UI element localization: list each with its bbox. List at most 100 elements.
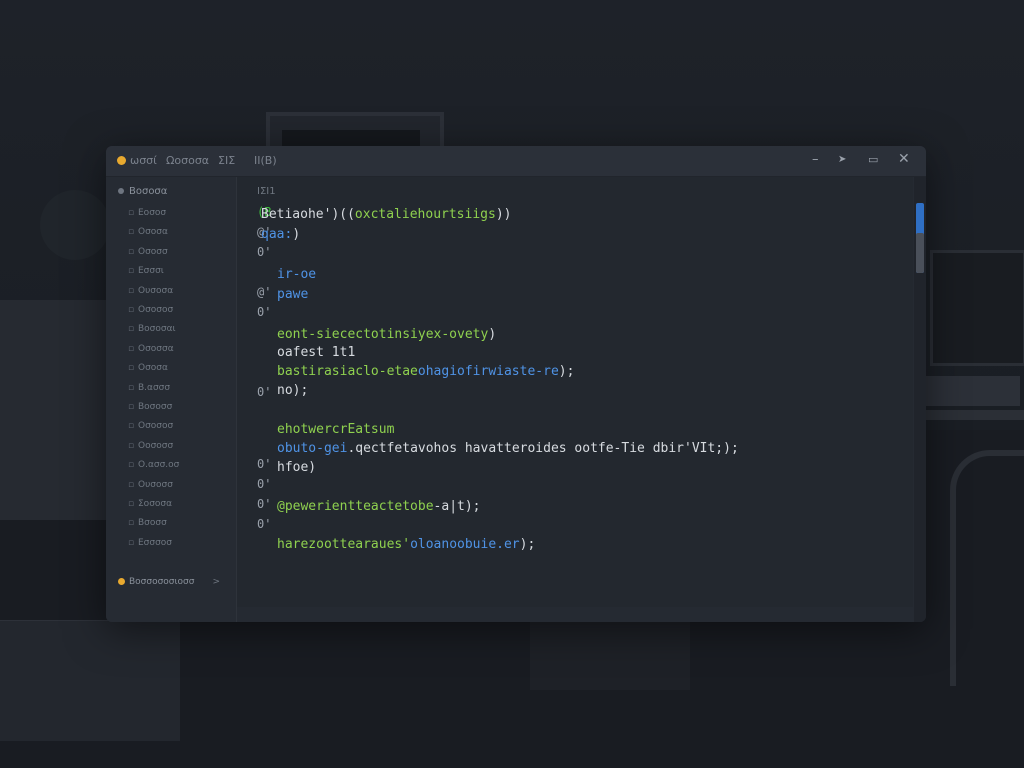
file-icon: ▫ xyxy=(128,363,135,374)
maximize-icon[interactable]: ▭ xyxy=(868,153,878,166)
code-token: .qectfetavohos havatter xyxy=(347,441,528,456)
gutter-marker: 0' xyxy=(257,457,272,471)
code-token: obuto-gei xyxy=(277,441,348,456)
code-line[interactable]: ehotwercrEatsum xyxy=(277,422,394,437)
close-icon[interactable]: ✕ xyxy=(898,151,910,167)
gutter-marker: @' xyxy=(257,285,272,299)
code-line[interactable]: @pewerientteactetobe-a|t); xyxy=(277,499,481,514)
sidebar-footer[interactable]: Βοσσοσοσιοσσ > xyxy=(118,577,220,587)
file-icon: ▫ xyxy=(128,440,135,451)
gutter-marker: 0' xyxy=(257,245,272,259)
code-line[interactable]: qaa:) xyxy=(261,227,300,242)
sidebar-item[interactable]: ▫ Ουσοσσ xyxy=(128,480,173,490)
sidebar-item[interactable]: ▫ Οσοσα xyxy=(128,363,168,373)
code-token: oloanoobuie.er xyxy=(410,537,520,552)
code-token: eont-siecectotinsiyex-ovety xyxy=(277,327,489,342)
sidebar-item[interactable]: ▫ Β.ασσσ xyxy=(128,383,170,393)
gutter-marker: 0' xyxy=(257,477,272,491)
file-icon: ▫ xyxy=(128,343,135,354)
sidebar-item-label: Οσοσα xyxy=(138,363,168,374)
file-icon: ▫ xyxy=(128,324,135,335)
sidebar-item[interactable]: ▫ Βοσοσσ xyxy=(128,402,172,412)
scrollbar-thumb-shadow xyxy=(916,233,924,273)
background-monitor xyxy=(930,250,1024,366)
sidebar-item-label: Βσοσσ xyxy=(138,518,167,529)
gutter-marker: 0' xyxy=(257,385,272,399)
file-icon: ▫ xyxy=(128,402,135,412)
code-line[interactable]: pawe xyxy=(277,287,308,302)
sidebar-item[interactable]: ▫ Εσσσι xyxy=(128,266,164,276)
sidebar-item-label: Β.ασσσ xyxy=(138,382,171,393)
sidebar-item[interactable]: ▫ Βοσοσαι xyxy=(128,324,176,334)
sidebar-item[interactable]: ▫ Ο.ασσ.οσ xyxy=(128,460,179,470)
sidebar-item[interactable]: ▫ Σοσοσα xyxy=(128,499,172,509)
sidebar-item-label: Οσοσοσ xyxy=(138,421,174,432)
status-dot-icon xyxy=(118,578,125,585)
sidebar-item[interactable]: ▫ Οσοσσα xyxy=(128,344,174,354)
menu-item-1[interactable]: ωσσί xyxy=(130,154,157,167)
folder-icon xyxy=(118,188,124,194)
background-keyboard xyxy=(926,376,1020,406)
sidebar-item[interactable]: ▫ Οοσοσσ xyxy=(128,441,173,451)
sidebar-header[interactable]: Βοσοσα xyxy=(118,186,167,197)
code-token: no); xyxy=(277,383,309,398)
status-dot-icon xyxy=(117,156,126,165)
sidebar-item-label: Εσσσοσ xyxy=(138,537,173,548)
code-line[interactable]: no); xyxy=(277,383,308,398)
code-editor[interactable]: ΙΣΙ1 (Β @' 0' @' 0' 0' 0' 0' 0' 0' Betiaohe')((ox… xyxy=(237,177,913,607)
code-line[interactable]: Betiaohe')((oxctaliehourtsiigs)) xyxy=(261,207,511,222)
file-icon: ▫ xyxy=(128,246,135,257)
code-line[interactable]: oafest 1t1 xyxy=(277,345,355,360)
code-token: )) xyxy=(495,207,512,222)
title-bar[interactable]: ωσσί Ωοσοσα ΣΙΣ ΙΙ(Β) – ➤ ▭ ✕ xyxy=(106,146,926,177)
code-line[interactable]: eont-siecectotinsiyex-ovety) xyxy=(277,327,496,342)
sidebar-item-label: Οσοσα xyxy=(138,227,168,238)
editor-window: ωσσί Ωοσοσα ΣΙΣ ΙΙ(Β) – ➤ ▭ ✕ Βοσοσα ▫ Εο… xyxy=(106,146,926,622)
code-line[interactable]: bastirasiaclo-etaeohagiofirwiaste-re); xyxy=(277,364,574,379)
code-token: ehotwercrEatsum xyxy=(277,422,395,437)
code-token: oafest 1t1 xyxy=(277,345,356,360)
gutter-marker: 0' xyxy=(257,517,272,531)
editor-header: ΙΣΙ1 xyxy=(257,186,276,197)
sidebar-item[interactable]: ▫ Εοσοσ xyxy=(128,208,166,218)
sidebar-item-label: Οσοσοσ xyxy=(138,305,174,315)
code-token: qaa: xyxy=(261,227,293,242)
sidebar-item-label: Σοσοσα xyxy=(138,499,173,509)
code-token: oxctaliehourtsiigs xyxy=(354,207,496,222)
minimize-icon[interactable]: – xyxy=(812,152,819,167)
sidebar-item[interactable]: ▫ Βσοσσ xyxy=(128,518,167,528)
sidebar-header-label: Βοσοσα xyxy=(129,186,168,197)
file-icon: ▫ xyxy=(128,208,135,218)
code-line[interactable]: ir-oe xyxy=(277,267,316,282)
gutter-marker: 0' xyxy=(257,305,272,319)
file-icon: ▫ xyxy=(128,537,135,548)
sidebar-item-label: Βοσοσσ xyxy=(138,402,173,412)
sidebar-item[interactable]: ▫ Οσοσσ xyxy=(128,247,168,257)
sidebar-item[interactable]: ▫ Οσοσοσ xyxy=(128,305,173,315)
chevron-right-icon[interactable]: > xyxy=(212,577,220,587)
code-token: ); xyxy=(558,364,575,379)
sidebar-item[interactable]: ▫ Οσοσα xyxy=(128,227,168,237)
sidebar-item[interactable]: ▫ Εσσσοσ xyxy=(128,538,172,548)
arrow-icon[interactable]: ➤ xyxy=(838,154,846,165)
code-token: ) xyxy=(292,227,301,242)
code-token: pawe xyxy=(277,287,309,302)
background-desk xyxy=(920,410,1024,420)
sidebar-item-label: Οσοσσα xyxy=(138,343,174,354)
menu-item-3[interactable]: ΣΙΣ xyxy=(218,154,235,167)
code-line[interactable]: obuto-gei.qectfetavohos havatteroides oo… xyxy=(277,441,739,456)
sidebar-item[interactable]: ▫ Οσοσοσ xyxy=(128,421,173,431)
file-icon: ▫ xyxy=(128,305,135,315)
code-token: ohagiofirwiaste-re xyxy=(417,364,559,379)
code-line[interactable]: harezoottearaues'oloanoobuie.er); xyxy=(277,537,535,552)
code-token: -a|t); xyxy=(433,499,481,514)
sidebar-item[interactable]: ▫ Ουσοσα xyxy=(128,286,173,296)
sidebar-item-label: Ουσοσα xyxy=(138,285,174,296)
menu-item-2[interactable]: Ωοσοσα xyxy=(166,154,209,167)
scrollbar[interactable] xyxy=(914,177,926,622)
code-line[interactable]: hfoe) xyxy=(277,460,316,475)
menu-item-4[interactable]: ΙΙ(Β) xyxy=(254,154,277,167)
sidebar-item-label: Βοσοσαι xyxy=(138,324,176,335)
file-icon: ▫ xyxy=(128,499,135,509)
gutter-marker: 0' xyxy=(257,497,272,511)
